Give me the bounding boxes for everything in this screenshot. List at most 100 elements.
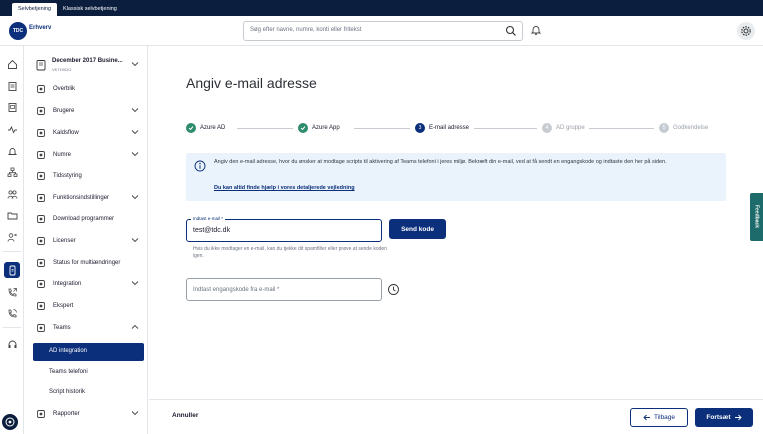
rail-divider — [3, 327, 21, 328]
step-connector — [237, 128, 293, 129]
email-field-label: Indtast e-mail * — [191, 216, 226, 221]
step-5: 5 Godkendelse — [659, 122, 708, 134]
sidebar-subitem-label: Script historik — [49, 389, 86, 395]
chat-bubble-icon[interactable] — [2, 414, 18, 430]
clock-icon — [36, 171, 46, 181]
sidebar-item-5[interactable]: Funktionsindstillinger — [24, 188, 148, 209]
user-group-icon[interactable] — [4, 229, 20, 245]
chevron-down-icon — [131, 410, 139, 416]
phone-forward-icon[interactable] — [4, 284, 20, 300]
sidebar-item-label: Tidsstyring — [53, 173, 82, 179]
sidebar-subitem-1[interactable]: Teams telefoni — [24, 362, 148, 383]
step-number: 3 — [415, 123, 425, 133]
sidebar-subitem-0[interactable]: AD integration — [33, 343, 144, 361]
sidebar-item-label: Kaldsflow — [53, 130, 79, 136]
step-4: 4 AD gruppe — [542, 122, 585, 134]
folder-icon[interactable] — [4, 207, 20, 223]
send-code-button[interactable]: Send kode — [389, 219, 446, 239]
sidebar-item-2[interactable]: Kaldsflow — [24, 123, 148, 144]
home-icon[interactable] — [4, 56, 20, 72]
feedback-tab[interactable]: Feedback — [750, 193, 763, 241]
activity-icon[interactable] — [4, 121, 20, 137]
sidebar-item-0[interactable]: Overblik — [24, 79, 148, 100]
mobile-icon[interactable] — [4, 262, 20, 278]
step-number: 4 — [542, 123, 552, 133]
code-field[interactable]: Indtast engangskode fra e-mail * — [186, 278, 382, 301]
info-box: Angiv den e-mail adresse, hvor du ønsker… — [186, 153, 726, 201]
integration-icon — [36, 279, 46, 289]
chevron-down-icon — [131, 280, 139, 286]
people-icon[interactable] — [4, 186, 20, 202]
step-label: Azure AD — [200, 125, 226, 131]
step-label: AD gruppe — [556, 125, 585, 131]
document-icon[interactable] — [4, 78, 20, 94]
footer-bar: Annuller Tilbage Fortsæt — [149, 399, 763, 434]
rail-divider — [3, 251, 21, 252]
back-button[interactable]: Tilbage — [630, 408, 688, 427]
sidebar-item-11[interactable]: Teams — [24, 318, 148, 339]
tdc-logo[interactable]: TDC — [9, 22, 27, 40]
org-name: December 2017 Busine... — [52, 58, 123, 64]
chevron-down-icon — [131, 194, 139, 200]
step-label: E-mail adresse — [429, 125, 470, 131]
sidebar-item-label: Teams — [53, 325, 71, 331]
arrow-left-icon — [643, 414, 651, 421]
icon-rail — [0, 46, 24, 434]
search-icon[interactable] — [505, 25, 517, 37]
phone-call-icon[interactable] — [4, 305, 20, 321]
sidebar-item-rapporter[interactable]: Rapporter — [24, 404, 148, 425]
sidebar-item-label: Numre — [53, 152, 72, 158]
gear-icon[interactable] — [737, 22, 755, 40]
tab-klassisk[interactable]: Klassisk selvbetjening — [57, 3, 123, 16]
chevron-down-icon — [131, 237, 139, 243]
step-label: Godkendelse — [673, 125, 709, 131]
search-placeholder: Søg efter navne, numre, konti eller frit… — [250, 27, 362, 33]
tab-selvbetjening[interactable]: Selvbetjening — [12, 3, 58, 16]
sidebar: December 2017 Busine... VKTHXDO Overblik… — [24, 46, 148, 434]
dashboard-icon — [36, 84, 46, 94]
email-field[interactable]: Indtast e-mail * test@tdc.dk — [186, 216, 382, 242]
arrow-right-icon — [734, 414, 742, 421]
help-link[interactable]: Du kan altid finde hjælp i vores detalje… — [214, 185, 355, 191]
alert-icon[interactable] — [4, 143, 20, 159]
continue-button[interactable]: Fortsæt — [695, 408, 753, 427]
cancel-button[interactable]: Annuller — [172, 412, 198, 419]
headset-icon[interactable] — [4, 336, 20, 352]
license-icon — [36, 236, 46, 246]
sidebar-subitem-label: AD integration — [49, 348, 88, 354]
sidebar-item-10[interactable]: Ekspert — [24, 296, 148, 317]
step-connector — [354, 128, 410, 129]
sidebar-item-label: Status for multiændringer — [53, 260, 121, 266]
timer-icon — [387, 283, 400, 296]
sidebar-item-4[interactable]: Tidsstyring — [24, 166, 148, 187]
code-field-placeholder: Indtast engangskode fra e-mail * — [193, 287, 280, 293]
step-label: Azure App — [312, 125, 340, 131]
continue-label: Fortsæt — [706, 414, 731, 421]
sidebar-item-label: Brugere — [53, 108, 75, 114]
sidebar-subitem-2[interactable]: Script historik — [24, 382, 148, 403]
search-input[interactable]: Søg efter navne, numre, konti eller frit… — [243, 21, 523, 41]
chevron-down-icon — [131, 107, 139, 113]
hierarchy-icon[interactable] — [4, 164, 20, 180]
info-text: Angiv den e-mail adresse, hvor du ønsker… — [214, 159, 667, 165]
org-selector[interactable]: December 2017 Busine... VKTHXDO — [34, 56, 144, 78]
settings-icon — [36, 193, 46, 203]
bell-icon[interactable] — [530, 24, 542, 36]
sidebar-item-3[interactable]: Numre — [24, 145, 148, 166]
sidebar-item-label: Overblik — [53, 86, 76, 92]
back-label: Tilbage — [653, 414, 676, 421]
sidebar-item-9[interactable]: Integration — [24, 274, 148, 295]
sidebar-item-8[interactable]: Status for multiændringer — [24, 253, 148, 274]
sidebar-item-label: Download programmer — [53, 216, 115, 222]
invoice-icon[interactable] — [4, 99, 20, 115]
top-bar: Selvbetjening Klassisk selvbetjening — [0, 0, 763, 16]
sidebar-item-label: Integration — [53, 281, 82, 287]
sidebar-item-7[interactable]: Licenser — [24, 231, 148, 252]
chevron-down-icon — [131, 151, 139, 157]
step-number: 5 — [659, 123, 669, 133]
expert-icon — [36, 301, 46, 311]
numbers-icon — [36, 150, 46, 160]
flow-icon — [36, 128, 46, 138]
sidebar-item-6[interactable]: Download programmer — [24, 209, 148, 230]
sidebar-item-1[interactable]: Brugere — [24, 101, 148, 122]
